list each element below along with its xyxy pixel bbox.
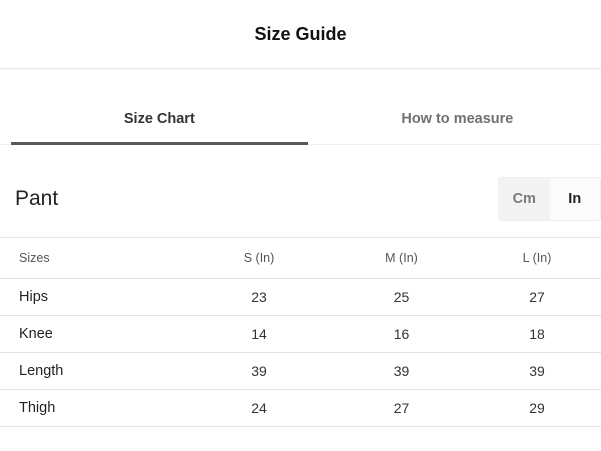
modal-header: Size Guide [0, 0, 601, 69]
cell-value: 18 [473, 315, 601, 353]
cell-value: 39 [330, 352, 473, 390]
section-header: Pant Cm In [0, 145, 601, 238]
size-table: Sizes S (In) M (In) L (In) Hips 23 25 27… [0, 238, 601, 427]
cell-value: 25 [330, 278, 473, 316]
table-row: Length 39 39 39 [0, 352, 601, 390]
column-header-s: S (In) [188, 238, 330, 279]
row-label: Hips [0, 278, 188, 316]
row-label: Thigh [0, 389, 188, 427]
page-title: Size Guide [254, 24, 347, 44]
cell-value: 16 [330, 315, 473, 353]
column-header-m: M (In) [330, 238, 473, 279]
column-header-sizes: Sizes [0, 238, 188, 279]
column-header-l: L (In) [473, 238, 601, 279]
cell-value: 24 [188, 389, 330, 427]
tab-bar: Size Chart How to measure [0, 96, 601, 145]
row-label: Length [0, 352, 188, 390]
cell-value: 29 [473, 389, 601, 427]
tab-how-to-measure[interactable]: How to measure [308, 96, 601, 144]
cell-value: 39 [473, 352, 601, 390]
section-title: Pant [15, 187, 59, 210]
unit-in-button[interactable]: In [549, 178, 600, 220]
cell-value: 27 [473, 278, 601, 316]
cell-value: 23 [188, 278, 330, 316]
table-row: Knee 14 16 18 [0, 315, 601, 353]
unit-cm-button[interactable]: Cm [499, 178, 550, 220]
cell-value: 14 [188, 315, 330, 353]
table-header-row: Sizes S (In) M (In) L (In) [0, 238, 601, 279]
unit-toggle: Cm In [498, 177, 601, 221]
cell-value: 39 [188, 352, 330, 390]
cell-value: 27 [330, 389, 473, 427]
tab-size-chart[interactable]: Size Chart [11, 96, 308, 145]
table-row: Thigh 24 27 29 [0, 389, 601, 427]
table-row: Hips 23 25 27 [0, 278, 601, 316]
row-label: Knee [0, 315, 188, 353]
